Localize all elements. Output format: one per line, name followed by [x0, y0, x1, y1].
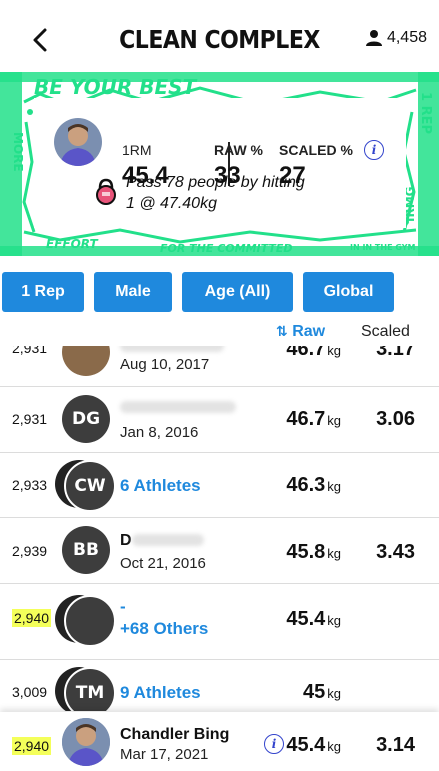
my-leaderboard-row[interactable]: 2,940 Chandler Bing Mar 17, 2021 i 45.4 k… — [0, 712, 439, 771]
row-scaled: 3.06 — [376, 408, 415, 430]
athlete-avatar — [64, 595, 116, 647]
pass-message-line2: 1 @ 47.40kg — [126, 195, 217, 212]
column-raw-sort[interactable]: ⇅ Raw — [276, 323, 325, 341]
row-rank: 2,931 — [12, 346, 48, 356]
one-rm-label: 1RM — [122, 142, 152, 158]
my-scaled: 3.14 — [376, 734, 415, 756]
raw-percent-label: RAW % — [214, 142, 263, 158]
banner-text-effort: EFFORT — [46, 237, 98, 251]
athlete-avatar: CW — [64, 460, 116, 512]
filter-age-button[interactable]: Age (All) — [182, 272, 293, 312]
row-raw: 46.3 kg — [286, 474, 341, 497]
athletes-group-link[interactable]: 9 Athletes — [120, 683, 201, 703]
raw-value: 45.8 — [286, 541, 326, 563]
raw-unit: kg — [327, 686, 341, 701]
row-rank: 2,939 — [12, 543, 48, 559]
row-rank: 2,933 — [12, 477, 48, 493]
table-row[interactable]: 2,931 Aug 10, 2017 46.7 kg 3.17 — [0, 346, 439, 387]
redacted-name — [132, 534, 204, 546]
redacted-name — [120, 346, 224, 352]
table-row[interactable]: 2,939 BB D Oct 21, 2016 45.8 kg 3.43 — [0, 517, 439, 584]
pass-message-line1: Pass 78 people by hitting — [126, 174, 305, 191]
info-icon[interactable]: i — [364, 140, 384, 160]
redacted-name — [120, 401, 236, 413]
row-date: Oct 21, 2016 — [120, 555, 206, 572]
table-row[interactable]: 3,009 TM 9 Athletes 45 kg — [0, 659, 439, 711]
banner-text-best: BE YOUR BEST — [34, 75, 198, 99]
column-raw-label: Raw — [292, 323, 326, 340]
rank-highlight: 2,940 — [12, 609, 52, 627]
raw-unit: kg — [327, 346, 341, 358]
raw-unit: kg — [327, 479, 341, 494]
raw-value: 45 — [303, 681, 326, 703]
raw-unit: kg — [327, 613, 341, 628]
raw-value: 45.4 — [286, 734, 326, 756]
table-row[interactable]: 2,931 DG Jan 8, 2016 46.7 kg 3.06 — [0, 386, 439, 453]
raw-unit: kg — [327, 739, 341, 754]
my-avatar-photo — [62, 718, 110, 766]
athlete-avatar — [62, 346, 110, 376]
sort-icon: ⇅ — [276, 323, 288, 339]
athlete-avatar: DG — [62, 395, 110, 443]
scaled-percent-label: SCALED % — [279, 142, 353, 158]
others-group-link[interactable]: +68 Others — [120, 619, 208, 639]
row-raw: 46.7 kg — [286, 346, 341, 361]
motivation-banner: BE YOUR BEST EFFORT FOR THE COMMITTED 1 … — [0, 72, 439, 256]
row-raw: 46.7 kg — [286, 408, 341, 431]
raw-value: 45.4 — [286, 608, 326, 630]
filter-reps-button[interactable]: 1 Rep — [2, 272, 84, 312]
leaderboard-list[interactable]: 2,931 Aug 10, 2017 46.7 kg 3.17 2,931 DG … — [0, 346, 439, 711]
row-raw: 45.4 kg — [286, 608, 341, 631]
raw-unit: kg — [327, 413, 341, 428]
raw-value: 46.7 — [286, 408, 326, 430]
raw-unit: kg — [327, 546, 341, 561]
filter-region-button[interactable]: Global — [303, 272, 394, 312]
person-icon — [365, 30, 382, 46]
row-rank: 2,931 — [12, 411, 48, 427]
header: CLEAN COMPLEX 4,458 — [0, 0, 439, 78]
my-avatar-photo — [54, 118, 102, 166]
filter-bar: 1 Rep Male Age (All) Global — [0, 272, 439, 312]
table-row[interactable]: 2,933 CW 6 Athletes 46.3 kg — [0, 452, 439, 518]
banner-text-gym: IN IN THE GYM — [350, 243, 416, 252]
others-dash[interactable]: - — [120, 597, 126, 617]
athlete-avatar: BB — [62, 526, 110, 574]
row-name: D — [120, 532, 132, 549]
user-count[interactable]: 4,458 — [365, 29, 427, 47]
my-raw: 45.4 kg — [286, 734, 341, 757]
row-raw: 45 kg — [303, 681, 341, 704]
my-avatar[interactable] — [54, 118, 102, 166]
row-scaled: 3.43 — [376, 541, 415, 563]
user-count-value: 4,458 — [386, 29, 427, 46]
row-scaled: 3.17 — [376, 346, 415, 360]
rank-highlight: 2,940 — [12, 737, 52, 755]
kettlebell-icon — [96, 178, 116, 205]
my-name: Chandler Bing — [120, 726, 230, 743]
row-raw: 45.8 kg — [286, 541, 341, 564]
my-date: Mar 17, 2021 — [120, 746, 209, 763]
my-info-icon[interactable]: i — [264, 734, 284, 754]
banner-text-committed: FOR THE COMMITTED — [160, 242, 293, 255]
row-date: Jan 8, 2016 — [120, 424, 199, 441]
my-avatar — [62, 718, 110, 766]
column-scaled-label[interactable]: Scaled — [361, 323, 410, 341]
athlete-avatar: TM — [64, 667, 116, 711]
raw-value: 46.7 — [286, 346, 326, 360]
banner-text-rep: 1 REP — [418, 92, 433, 134]
row-date: Aug 10, 2017 — [120, 356, 210, 373]
my-rank: 2,940 — [12, 737, 52, 755]
table-row[interactable]: 2,940 - +68 Others 45.4 kg — [0, 583, 439, 660]
row-rank: 3,009 — [12, 684, 48, 700]
raw-value: 46.3 — [286, 474, 326, 496]
athletes-group-link[interactable]: 6 Athletes — [120, 476, 201, 496]
pass-message: Pass 78 people by hitting 1 @ 47.40kg — [126, 172, 366, 214]
filter-gender-button[interactable]: Male — [94, 272, 172, 312]
row-rank: 2,940 — [12, 609, 52, 627]
banner-text-more: MORE — [11, 132, 25, 172]
my-stats-card: 1RM 45.4 RAW % 33 SCALED % 27 i Pass 78 … — [34, 98, 406, 228]
